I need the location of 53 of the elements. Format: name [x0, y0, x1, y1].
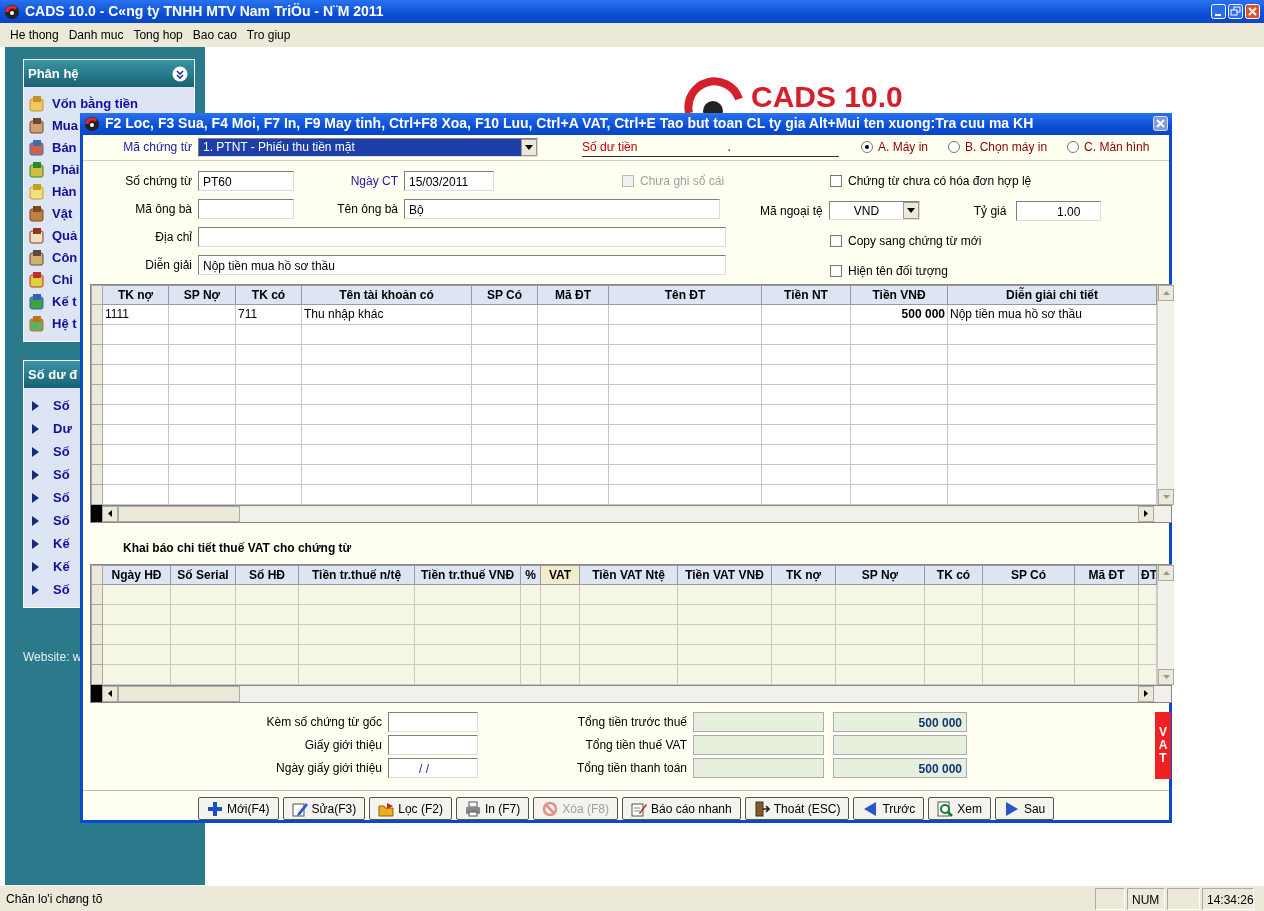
sidebar-label: Phải	[52, 161, 80, 180]
sidebar-label: Vật	[52, 205, 73, 224]
field-label: Tỷ giá	[973, 202, 1008, 220]
link-label: Dư	[53, 419, 72, 438]
status-panel: NUM	[1127, 887, 1165, 910]
field-label: Mã ngoại tệ	[760, 202, 824, 220]
balance-value: .	[727, 138, 731, 156]
table-cell: Nộp tiền mua hồ sơ thầu	[947, 304, 1157, 325]
logo-text: CADS 10.0	[751, 82, 903, 112]
sidebar-label: Vốn bằng tiền	[52, 95, 138, 114]
field-label: Tổng tiền trước thuế	[576, 713, 688, 731]
sidebar-label: Chi	[52, 271, 73, 290]
total-field: 500 000	[833, 711, 967, 732]
link-label: Kế	[53, 557, 70, 576]
total-field: 500 000	[833, 757, 967, 778]
window-title: CADS 10.0 - C«ng ty TNHH MTV Nam TriÖu - N¨M 2011	[25, 2, 384, 21]
field-label: Giấy giới thiệu	[303, 736, 383, 754]
panel-title: Phân hệ	[28, 64, 79, 83]
sidebar-label: Hệ t	[52, 315, 77, 334]
table-cell: Thu nhập khác	[301, 304, 472, 325]
dialog-title: F2 Loc, F3 Sua, F4 Moi, F7 In, F9 May tinh, Ctrl+F8 Xoa, F10 Luu, Ctrl+A VAT, Ctrl+E Tao but toan CL ty gia Alt+Mui ten xuong:Tra cuu ma KH	[105, 114, 1034, 134]
field-label: Mã ông bà	[134, 200, 193, 218]
sidebar-label: Mua	[52, 117, 78, 136]
status-message: Chăn lo'i chøng tõ	[6, 890, 103, 908]
panel-title: Số dư đ	[28, 365, 78, 384]
field-label: Mã chứng từ	[122, 139, 193, 157]
field-label: Ngày giấy giới thiệu	[275, 759, 383, 777]
table-cell: 500 000	[850, 304, 948, 325]
link-label: Số	[53, 465, 70, 484]
field-label: Số chứng từ	[124, 172, 193, 190]
table-cell: 1111	[102, 304, 169, 325]
field-label: Tên ông bà	[336, 200, 399, 218]
sidebar-label: Côn	[52, 249, 78, 268]
sidebar-label: Kế t	[52, 293, 77, 312]
sidebar-label: Quả	[52, 227, 78, 246]
balance-label: Số dư tiền	[582, 138, 638, 156]
field-label: Địa chỉ	[154, 228, 193, 246]
link-label: Số	[53, 488, 70, 507]
field-label: Tổng tiền thanh toán	[575, 759, 688, 777]
field-label: Ngày CT	[349, 172, 399, 190]
sidebar-label: Hàn	[52, 183, 77, 202]
link-label: Số	[53, 511, 70, 530]
section-title: Khai báo chi tiết thuế VAT cho chứng từ	[123, 539, 353, 557]
sidebar-label: Bán	[52, 139, 77, 158]
field-label: Tổng tiền thuế VAT	[584, 736, 688, 754]
field-label: Diễn giải	[144, 256, 193, 274]
field-label: Kèm số chứng từ gốc	[265, 713, 383, 731]
link-label: Kế	[53, 534, 70, 553]
table-cell: 711	[235, 304, 302, 325]
link-label: Số	[53, 580, 70, 599]
link-label: Số	[53, 442, 70, 461]
status-panel: 14:34:26	[1202, 887, 1254, 910]
link-label: Số	[53, 396, 70, 415]
